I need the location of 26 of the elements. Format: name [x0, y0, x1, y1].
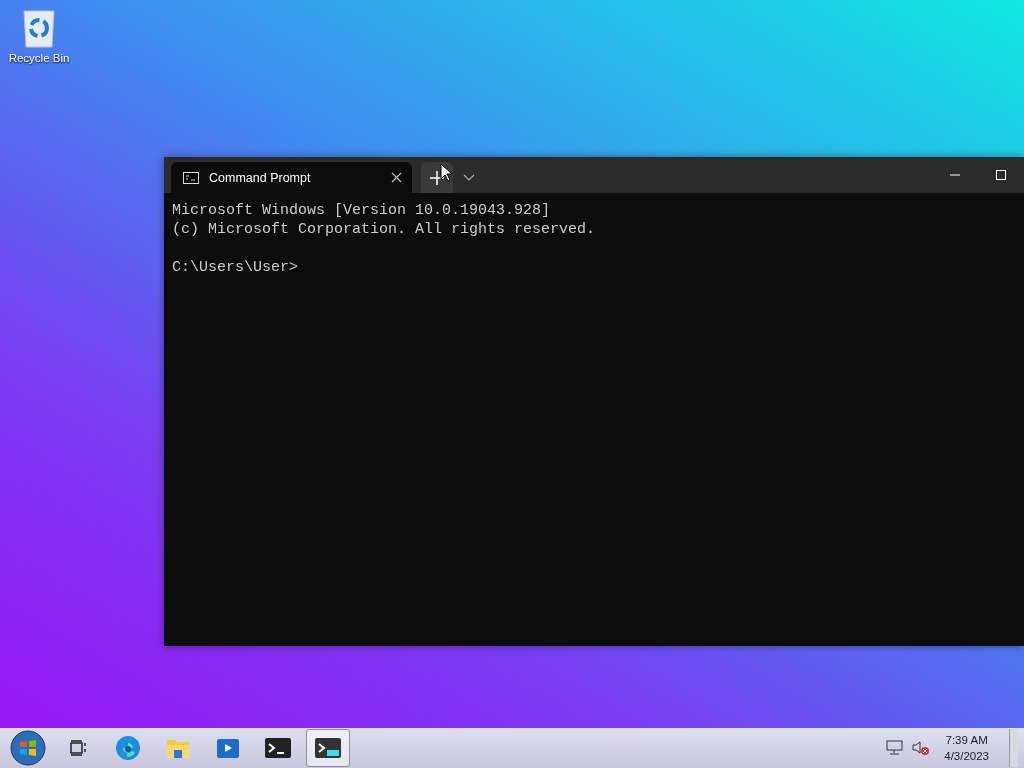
close-icon — [391, 172, 402, 183]
tab-title: Command Prompt — [209, 170, 312, 185]
media-player-icon — [216, 736, 240, 760]
terminal-icon — [315, 738, 341, 758]
task-view-icon — [69, 739, 87, 757]
chevron-down-icon — [463, 174, 475, 181]
console-output-line: (c) Microsoft Corporation. All rights reserved. — [172, 220, 597, 239]
mouse-cursor-icon — [440, 163, 452, 182]
close-tab-button[interactable] — [391, 172, 402, 183]
speaker-muted-icon[interactable] — [912, 740, 931, 756]
plus-icon — [430, 170, 444, 185]
console-icon — [265, 738, 291, 758]
desktop-icon-label[interactable]: Recycle Bin — [8, 52, 70, 64]
taskbar-app-button[interactable] — [306, 729, 350, 767]
maximize-icon — [996, 170, 1006, 180]
console-icon — [183, 171, 199, 184]
terminal-tab[interactable]: Command Prompt — [171, 162, 412, 193]
command-prompt[interactable]: C:\Users\User> — [172, 258, 1016, 277]
edge-icon — [115, 735, 141, 761]
recycle-bin-icon[interactable] — [21, 8, 57, 48]
minimize-icon — [950, 174, 960, 176]
windows-orb-icon — [10, 730, 46, 766]
clock-time[interactable]: 7:39 AM — [945, 734, 988, 746]
console-output-line: Microsoft Windows [Version 10.0.19043.928] — [172, 201, 552, 220]
clock-date[interactable]: 4/3/2023 — [944, 750, 989, 762]
network-icon[interactable] — [886, 740, 905, 756]
